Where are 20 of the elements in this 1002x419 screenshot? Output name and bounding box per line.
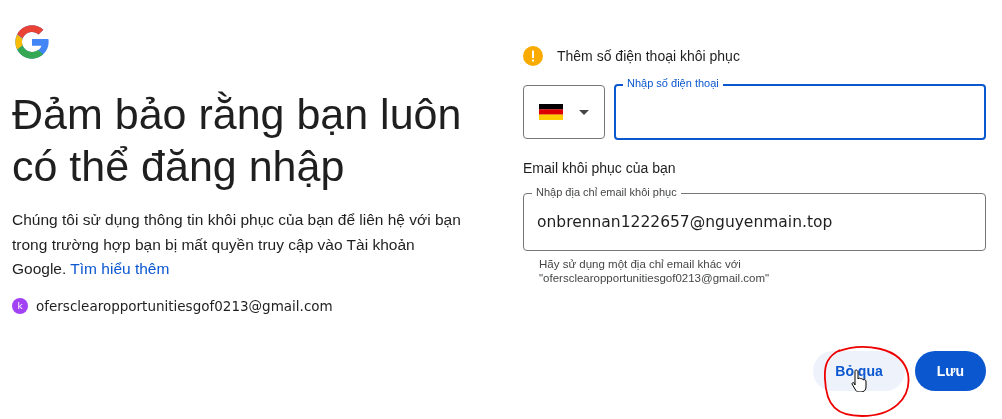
warning-icon [523, 46, 543, 66]
save-button[interactable]: Lưu [914, 351, 986, 391]
learn-more-link[interactable]: Tìm hiểu thêm [70, 260, 170, 277]
section-heading: Email khôi phục của bạn [523, 160, 677, 176]
google-logo [12, 22, 52, 62]
page-title: Đảm bảo rằng bạn luôn [12, 89, 462, 140]
field-label: Nhập số điện thoại [623, 76, 723, 90]
caret-icon [579, 109, 589, 115]
description-text: Chúng tôi sử dụng thông tin khôi phục của bạn để liên hệ với bạn trong trường hợp bạn bị mất quyền truy cập vào Tài khoản Google. Tìm hiểu thêm [12, 210, 462, 279]
hint-text: Hãy sử dụng một địa chỉ email khác với "ofersclearopportunitiesgof0213@gmail.com" [539, 257, 771, 285]
account-email: ofersclearopportunitiesgof0213@gmail.com [36, 297, 333, 314]
account-avatar: k [12, 297, 28, 314]
email-field[interactable]: Nhập địa chỉ email khôi phục onbrennan1222657@nguyenmain.top [523, 185, 986, 251]
phone-field[interactable]: Nhập số điện thoại [614, 76, 986, 140]
skip-button[interactable]: Bỏ qua [813, 351, 905, 391]
country-selector[interactable] [523, 85, 605, 139]
page-title: có thể đăng nhập [12, 141, 345, 192]
warning-text: Thêm số điện thoại khôi phục [557, 48, 740, 64]
flag-icon [539, 104, 563, 120]
field-label: Nhập địa chỉ email khôi phục [532, 185, 681, 199]
